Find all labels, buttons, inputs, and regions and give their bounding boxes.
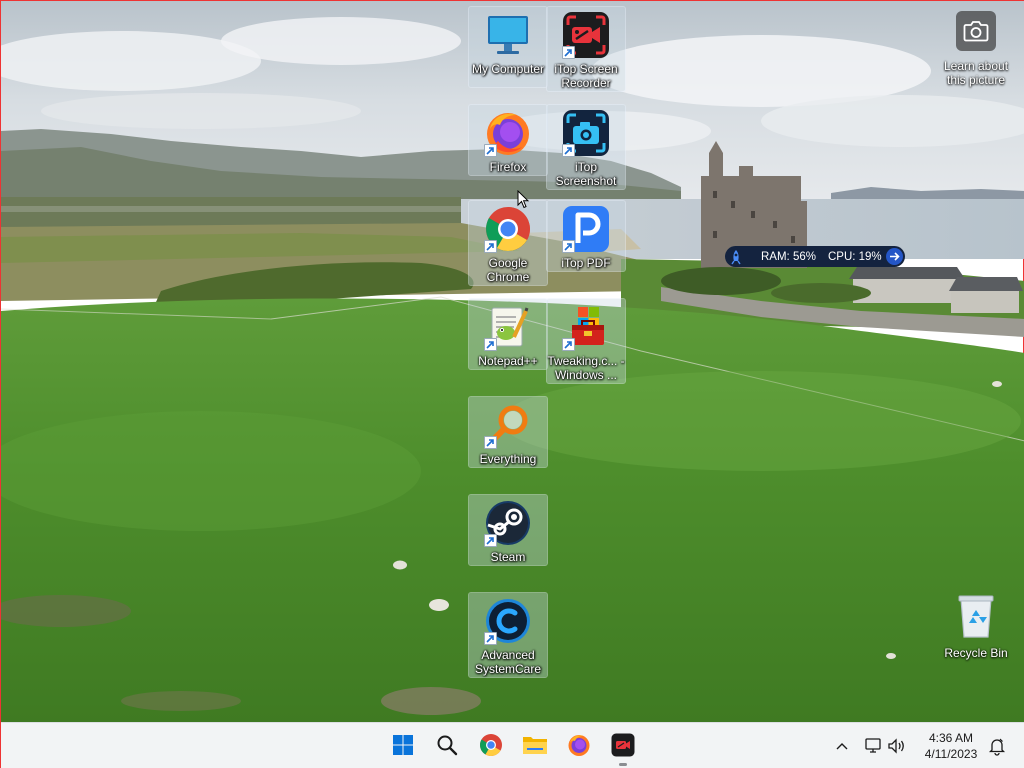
desktop-icon-label: Everything xyxy=(479,452,537,466)
desktop-icon-recycle-bin[interactable]: Recycle Bin xyxy=(937,593,1015,660)
taskbar-clock[interactable]: 4:36 AM 4/11/2023 xyxy=(919,730,983,762)
firefox-icon xyxy=(484,109,532,157)
shortcut-arrow-icon xyxy=(562,144,575,157)
shortcut-arrow-icon xyxy=(562,240,575,253)
desktop-icon-itop-screen-recorder[interactable]: iTop Screen Recorder xyxy=(546,6,626,92)
arrow-right-icon[interactable] xyxy=(886,248,903,265)
desktop-icon-label: Tweaking.c... - Windows ... xyxy=(547,354,625,382)
learn-about-picture-button[interactable]: Learn about this picture xyxy=(939,11,1013,87)
desktop-icon-label: Notepad++ xyxy=(478,354,538,368)
show-hidden-icons-button[interactable] xyxy=(833,736,851,756)
recycle-bin-icon xyxy=(956,593,996,642)
desktop-icon-firefox[interactable]: Firefox xyxy=(468,104,548,176)
volume-button[interactable] xyxy=(887,736,907,756)
desktop-icon-itop-screenshot[interactable]: iTop Screenshot xyxy=(546,104,626,190)
notepadpp-icon xyxy=(484,303,532,351)
notification-bell-icon xyxy=(987,738,1007,759)
desktop-icon-tweaking-windows-repair[interactable]: Tweaking.c... - Windows ... xyxy=(546,298,626,384)
desktop-icon-label: Advanced SystemCare xyxy=(474,648,542,676)
desktop-icon-label: iTop Screen Recorder xyxy=(554,62,618,90)
network-button[interactable] xyxy=(863,736,883,756)
desktop-icon-label: Google Chrome xyxy=(486,256,530,284)
taskbar-firefox-button[interactable] xyxy=(563,731,595,761)
desktop-icon-label: iTop Screenshot xyxy=(555,160,617,188)
start-button[interactable] xyxy=(387,731,419,761)
desktop-icon-label: Firefox xyxy=(489,160,527,174)
camera-icon xyxy=(956,11,996,51)
shortcut-arrow-icon xyxy=(484,144,497,157)
desktop-icon-google-chrome[interactable]: Google Chrome xyxy=(468,200,548,286)
ram-usage: RAM: 56% xyxy=(761,250,816,263)
shortcut-arrow-icon xyxy=(484,436,497,449)
taskbar: 4:36 AM 4/11/2023 xyxy=(1,722,1024,768)
windows-start-icon xyxy=(392,734,414,759)
notifications-button[interactable] xyxy=(987,736,1009,756)
mouse-cursor-icon xyxy=(517,189,530,212)
chrome-icon xyxy=(484,205,532,253)
desktop-icon-label: iTop PDF xyxy=(561,256,611,270)
shortcut-arrow-icon xyxy=(484,338,497,351)
desktop-icon-notepadpp[interactable]: Notepad++ xyxy=(468,298,548,370)
pdf-icon xyxy=(562,205,610,253)
steam-icon xyxy=(484,499,532,547)
chrome-icon xyxy=(479,733,503,760)
screen-recorder-icon xyxy=(562,11,610,59)
screenshot-camera-icon xyxy=(562,109,610,157)
search-icon xyxy=(436,734,458,759)
clock-date: 4/11/2023 xyxy=(924,747,978,761)
rocket-icon xyxy=(725,246,747,267)
taskbar-file-explorer-button[interactable] xyxy=(519,731,551,761)
desktop-icon-steam[interactable]: Steam xyxy=(468,494,548,566)
file-explorer-icon xyxy=(522,734,548,759)
desktop-icon-label: Steam xyxy=(490,550,526,564)
speaker-icon xyxy=(887,738,907,759)
taskbar-screen-recorder-button[interactable] xyxy=(607,731,639,766)
shortcut-arrow-icon xyxy=(562,338,575,351)
desktop-icon-everything[interactable]: Everything xyxy=(468,396,548,468)
system-monitor-widget[interactable]: RAM: 56% CPU: 19% xyxy=(725,246,905,267)
toolbox-icon xyxy=(562,303,610,351)
network-icon xyxy=(863,738,883,759)
systemcare-icon xyxy=(484,597,532,645)
desktop-icon-my-computer[interactable]: My Computer xyxy=(468,6,548,88)
recycle-bin-label: Recycle Bin xyxy=(944,646,1008,660)
shortcut-arrow-icon xyxy=(484,240,497,253)
monitor-icon xyxy=(484,11,532,59)
clock-time: 4:36 AM xyxy=(928,731,974,745)
desktop-icon-label: My Computer xyxy=(471,62,545,76)
taskbar-search-button[interactable] xyxy=(431,731,463,761)
search-magnifier-icon xyxy=(484,401,532,449)
learn-about-label: Learn about this picture xyxy=(943,59,1009,87)
shortcut-arrow-icon xyxy=(484,632,497,645)
firefox-icon xyxy=(567,733,591,760)
taskbar-chrome-button[interactable] xyxy=(475,731,507,761)
chevron-up-icon xyxy=(836,739,848,753)
desktop-icon-itop-pdf[interactable]: iTop PDF xyxy=(546,200,626,272)
screen-recorder-icon xyxy=(611,733,635,760)
shortcut-arrow-icon xyxy=(484,534,497,547)
desktop-icon-advanced-systemcare[interactable]: Advanced SystemCare xyxy=(468,592,548,678)
cpu-usage: CPU: 19% xyxy=(827,250,882,263)
shortcut-arrow-icon xyxy=(562,46,575,59)
